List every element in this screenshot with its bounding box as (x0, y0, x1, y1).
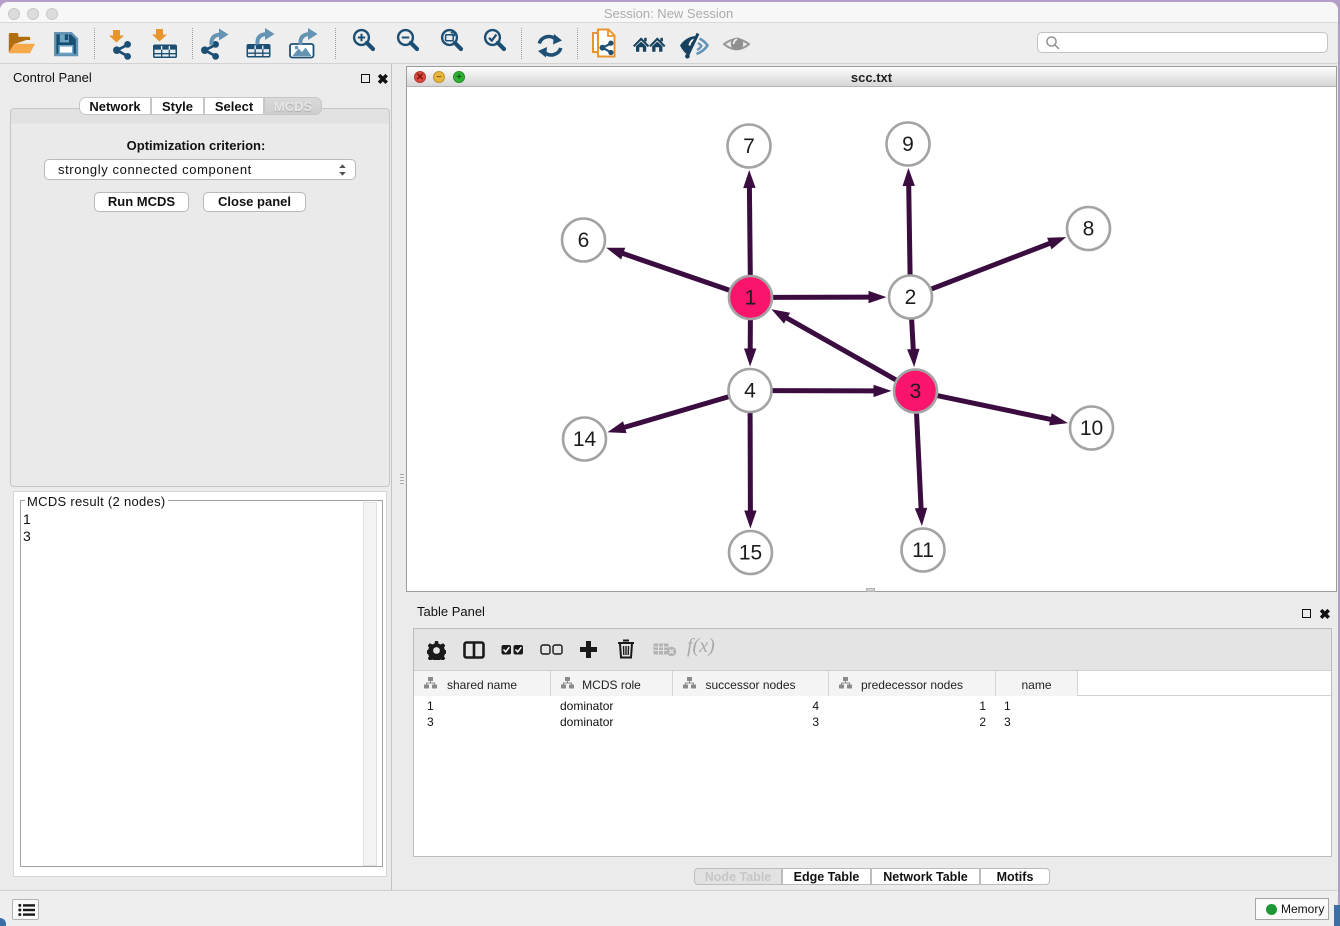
svg-text:8: 8 (1083, 218, 1095, 241)
svg-text:14: 14 (573, 428, 597, 451)
svg-text:3: 3 (910, 380, 922, 403)
svg-text:6: 6 (578, 229, 590, 252)
svg-text:10: 10 (1080, 417, 1103, 440)
svg-text:1: 1 (745, 287, 757, 310)
svg-text:9: 9 (902, 133, 914, 156)
svg-text:2: 2 (905, 286, 917, 309)
svg-text:7: 7 (743, 135, 755, 158)
svg-text:4: 4 (744, 380, 756, 403)
svg-text:11: 11 (912, 539, 934, 562)
svg-text:15: 15 (739, 542, 762, 565)
